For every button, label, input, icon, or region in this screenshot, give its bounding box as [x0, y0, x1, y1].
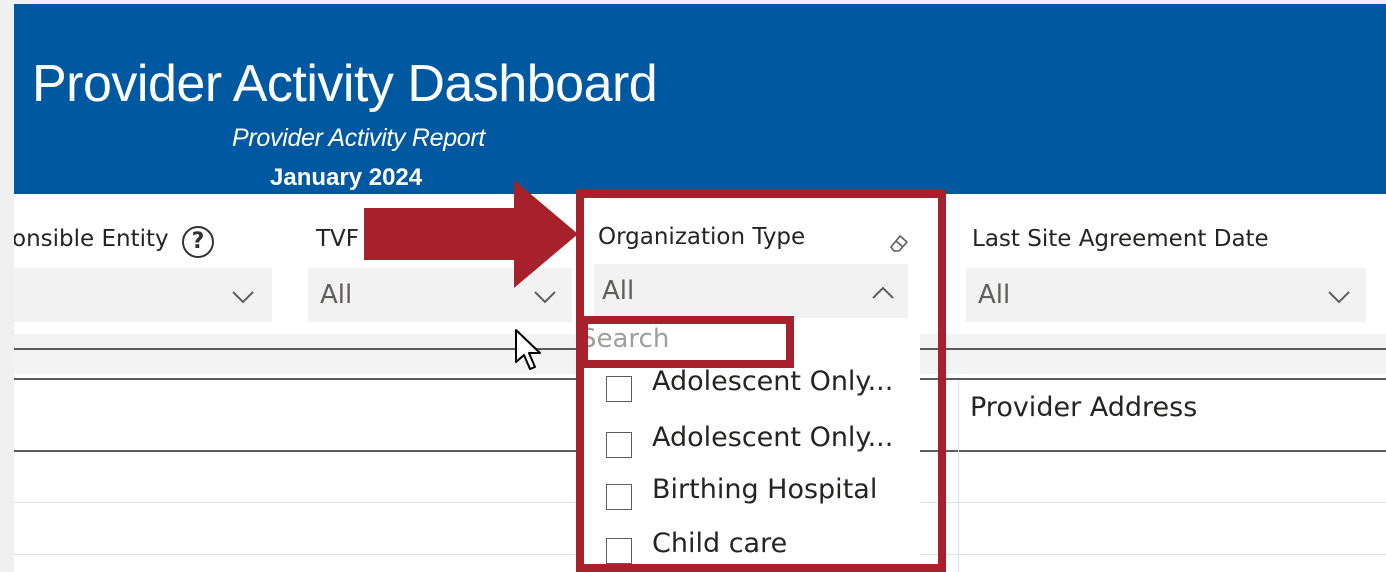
chevron-down-icon [1328, 291, 1350, 304]
table-column-header-provider-address[interactable]: Provider Address [970, 392, 1197, 423]
chevron-down-icon [232, 291, 254, 304]
dropdown-last-site-agreement-date[interactable]: All [966, 268, 1366, 322]
slicer-label-tvf: TVF [316, 226, 360, 252]
slicer-label-last-site-agreement-date: Last Site Agreement Date [972, 226, 1269, 252]
report-subtitle: Provider Activity Report [232, 124, 486, 152]
dropdown-value: All [320, 280, 353, 310]
highlight-frame-search [580, 316, 794, 368]
arrow-icon [364, 180, 578, 288]
highlight-frame-organization-type [576, 190, 946, 572]
page-title: Provider Activity Dashboard [32, 55, 658, 113]
dropdown-value: All [978, 280, 1011, 310]
chevron-down-icon [534, 291, 556, 304]
mouse-pointer-icon [515, 329, 541, 370]
help-icon[interactable]: ? [182, 226, 214, 258]
table-column-divider [958, 380, 959, 572]
dashboard-header: Provider Activity Dashboard Provider Act… [14, 4, 1386, 194]
slicer-label-responsible-entity: onsible Entity [14, 226, 169, 252]
dropdown-responsible-entity[interactable] [14, 268, 272, 322]
